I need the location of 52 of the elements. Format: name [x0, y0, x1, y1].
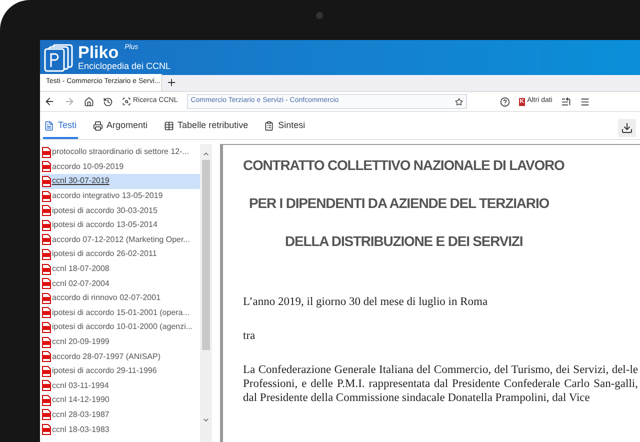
download-icon	[621, 122, 633, 134]
app-tab[interactable]: Argomenti	[92, 115, 149, 139]
scroll-down-icon[interactable]	[202, 416, 210, 424]
document-list-item[interactable]: ipotesi di accordo 26-02-2011	[42, 247, 200, 262]
document-list-item[interactable]: ccnl 02-07-2004	[42, 276, 200, 291]
document-paragraph: L’anno 2019, il giorno 30 del mese di luglio in Roma	[243, 295, 489, 309]
document-list-item[interactable]: accordo di rinnovo 02-07-2001	[42, 290, 200, 306]
document-list-item[interactable]: accordo 07-12-2012 (Marketing Oper...	[42, 232, 200, 248]
stacked-pages-logo-icon	[44, 42, 74, 72]
document-list-item[interactable]: ccnl 30-07-2019	[42, 174, 200, 189]
scrollbar-thumb[interactable]	[202, 160, 210, 350]
app-tab[interactable]: Sintesi	[263, 115, 306, 139]
document-list-item[interactable]: accordo integrativo 13-05-2019	[42, 188, 200, 204]
document-list-item[interactable]: ipotesi di accordo 29-11-1996	[42, 364, 200, 378]
app-subtitle: Enciclopedia dei CCNL	[78, 62, 171, 71]
document-list-item[interactable]: accordo 10-09-2019	[42, 160, 200, 174]
menu-icon[interactable]	[580, 96, 590, 106]
scroll-up-icon[interactable]	[202, 150, 210, 158]
document-heading: CONTRATTO COLLETTIVO NAZIONALE DI LAVORO	[243, 156, 566, 175]
new-tab-icon[interactable]	[166, 77, 177, 88]
document-heading: DELLA DISTRIBUZIONE E DEI SERVIZI	[284, 232, 524, 251]
document-list-item[interactable]: ccnl 03-11-1994	[42, 378, 200, 394]
document-heading: PER I DIPENDENTI DA AZIENDE DEL TERZIARIO	[248, 194, 550, 213]
document-list-item[interactable]: ipotesi di accordo 13-05-2014	[42, 218, 200, 233]
document-list-item[interactable]: ipotesi di accordo 15-01-2001 (opera...	[42, 306, 200, 320]
back-icon[interactable]	[44, 96, 55, 107]
document-list-item[interactable]: ccnl 28-03-1987	[42, 408, 200, 422]
document-paragraph: La Confederazione Generale Italiana del Commercio, del Turismo, dei Servizi, del-le Professioni, e delle P.M.I. rappresentata dal Presidente Confederale Carlo San-galli, dal Presidente della Commissione sindacale Donatella Prampolini, dal Vice	[243, 363, 638, 405]
tab-icon	[264, 121, 274, 131]
document-list-item[interactable]: accordo 28-07-1997 (ANISAP)	[42, 349, 200, 364]
camera-icon	[316, 12, 323, 19]
app-tab[interactable]: Testi	[43, 115, 78, 139]
document-list-item[interactable]: ipotesi di accordo 10-01-2000 (agenzi...	[42, 320, 200, 335]
scrollbar[interactable]	[200, 144, 212, 442]
document-list-item[interactable]: ccnl 14-12-1990	[42, 393, 200, 408]
search-icon	[122, 97, 131, 106]
document-list-item[interactable]: ccnl 20-09-1999	[42, 334, 200, 350]
star-icon[interactable]	[454, 98, 463, 106]
document-list-item[interactable]: protocollo straordinario di settore 12-...	[42, 145, 200, 160]
tab-icon	[44, 121, 54, 131]
document-list-item[interactable]: ccnl 18-07-2008	[42, 262, 200, 276]
app-name: Pliko	[78, 44, 119, 61]
home-icon[interactable]	[84, 96, 94, 106]
help-icon[interactable]	[500, 96, 510, 106]
tab-icon	[164, 121, 174, 131]
download-button[interactable]	[618, 119, 636, 137]
tab-icon	[92, 121, 103, 131]
app-tab[interactable]: Tabelle retributive	[162, 115, 250, 139]
document-paragraph: tra	[243, 329, 256, 343]
document-list-item[interactable]: ipotesi di accordo 30-03-2015	[42, 203, 200, 218]
document-list-item[interactable]: ccnl 18-03-1983	[42, 422, 200, 437]
history-icon[interactable]	[103, 96, 113, 106]
